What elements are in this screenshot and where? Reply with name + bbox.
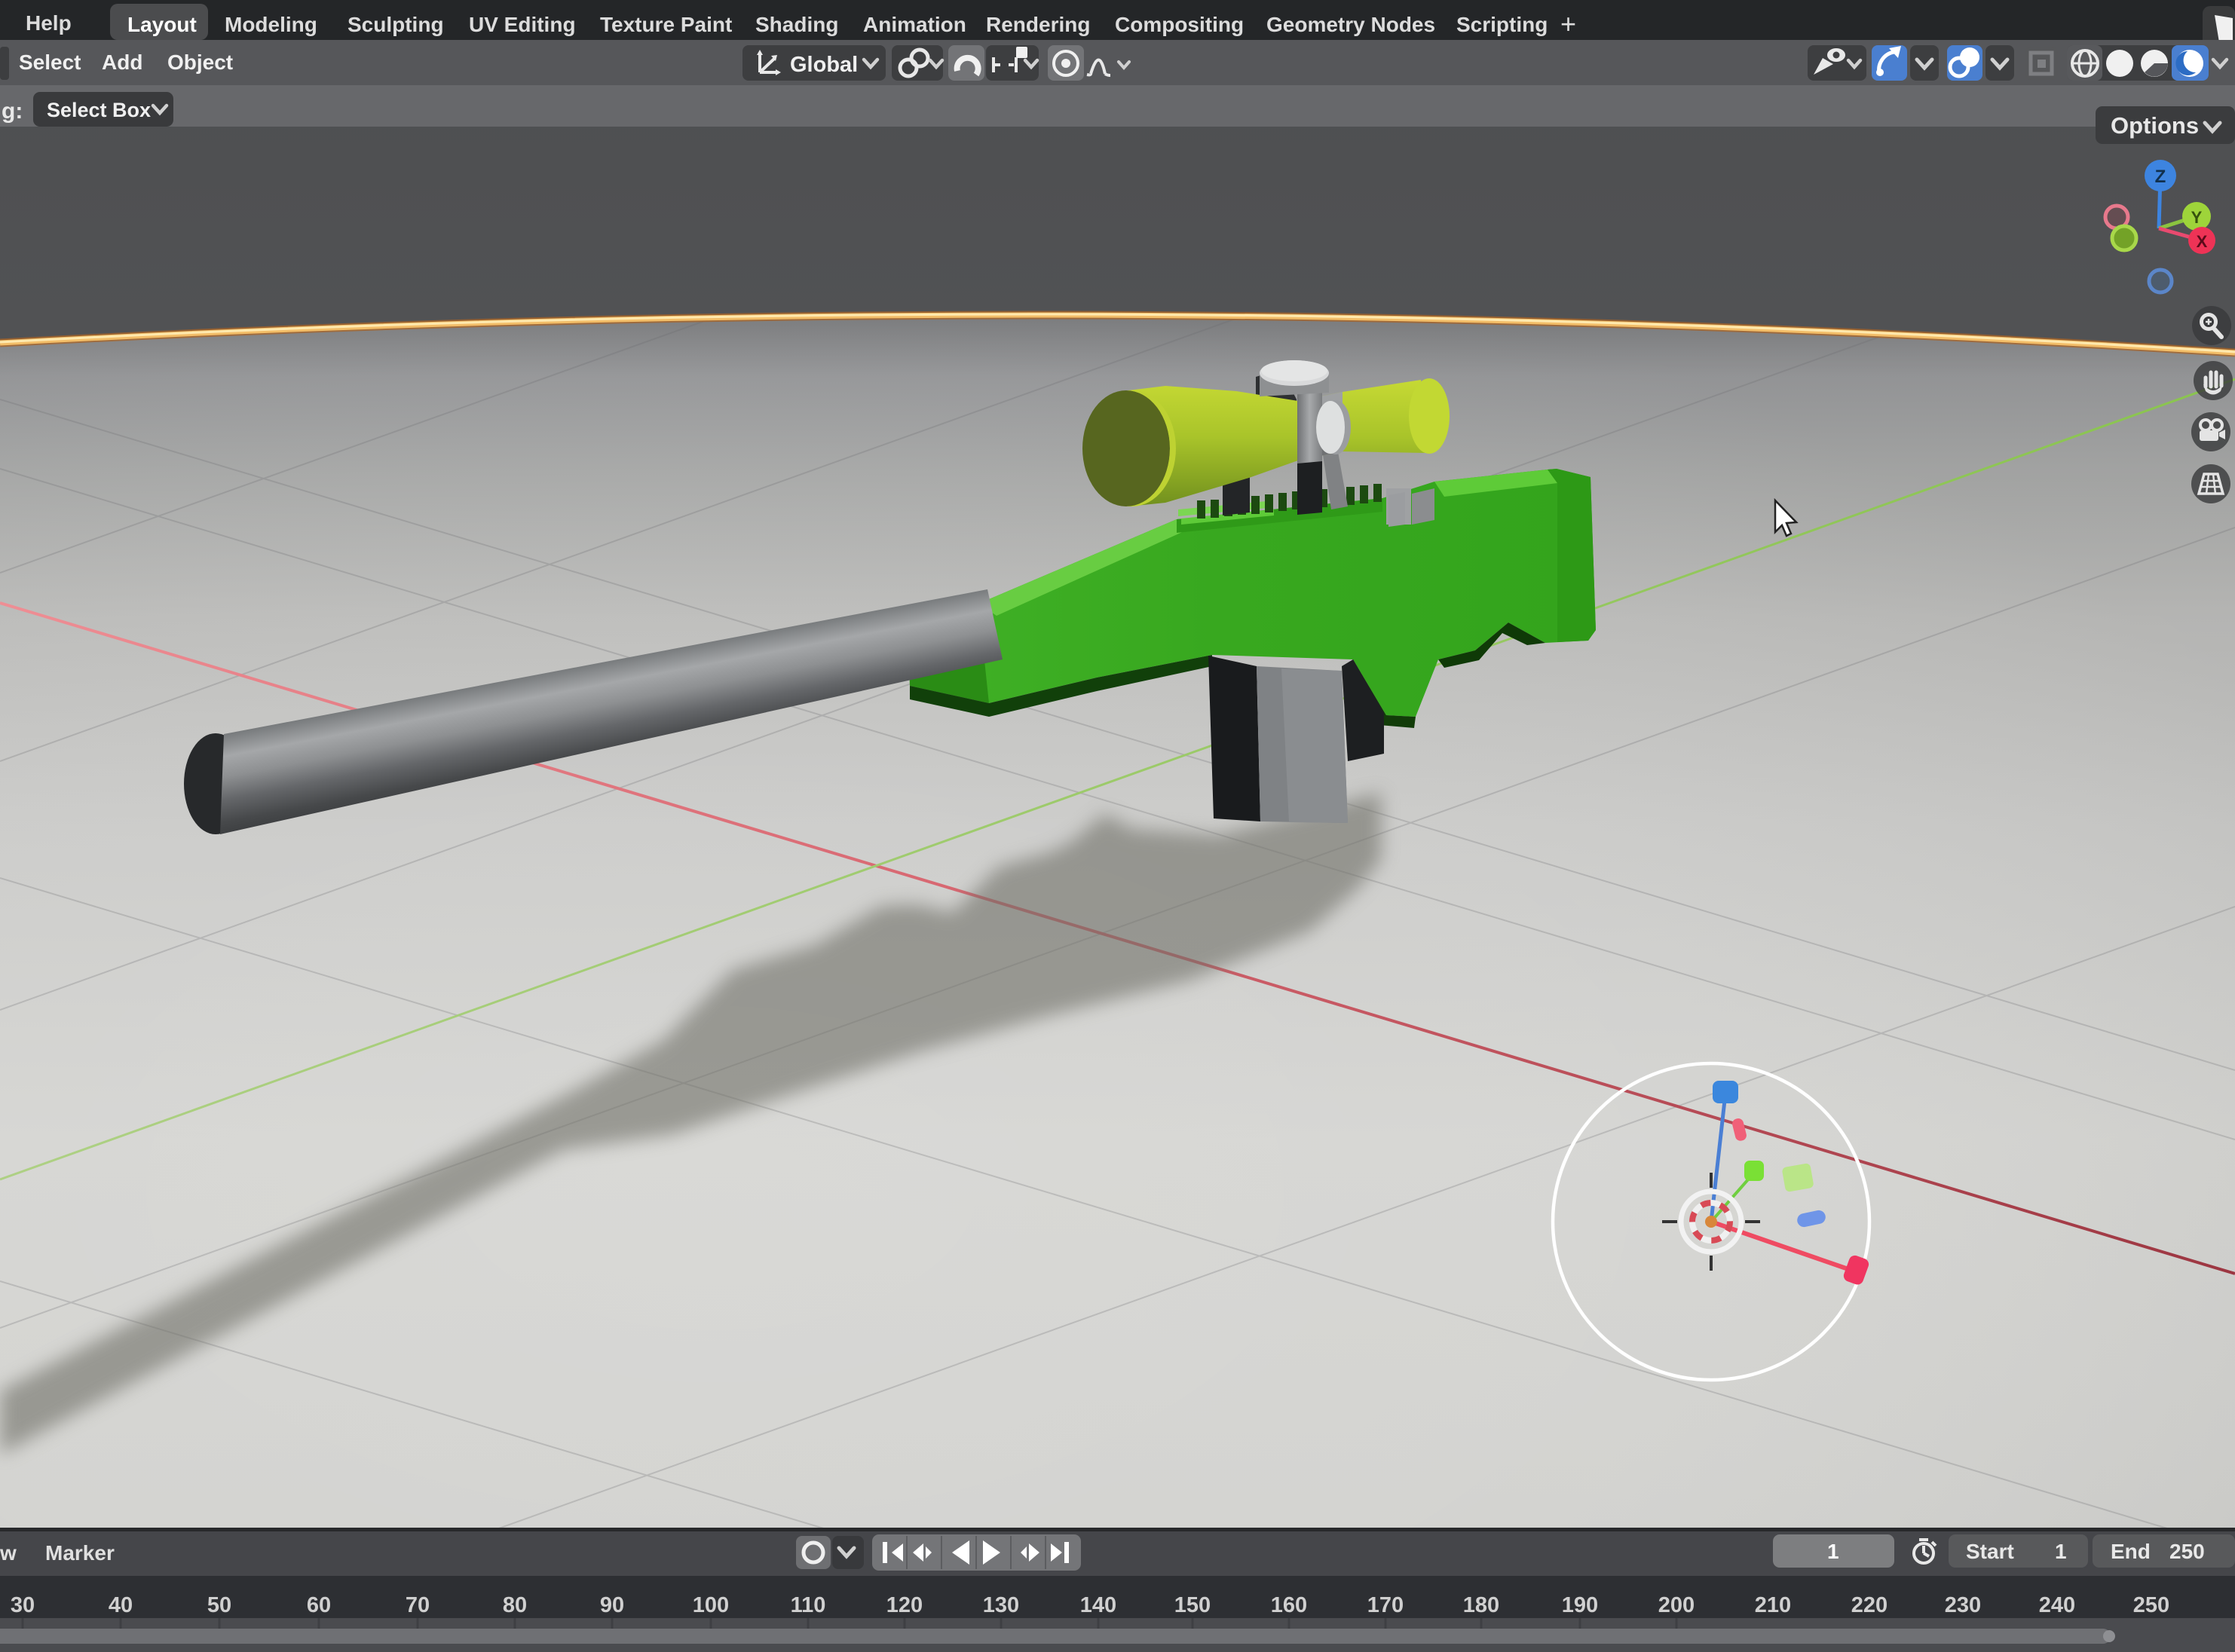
svg-text:110: 110 [791,1593,826,1617]
svg-text:90: 90 [600,1593,624,1617]
svg-text:50: 50 [207,1593,231,1617]
svg-text:Y: Y [2191,208,2203,227]
svg-text:160: 160 [1271,1593,1307,1617]
svg-text:80: 80 [503,1593,527,1617]
svg-text:190: 190 [1562,1593,1598,1617]
svg-text:+: + [1560,8,1576,39]
svg-text:120: 120 [886,1593,923,1617]
svg-text:Global: Global [790,53,858,77]
svg-text:40: 40 [109,1593,133,1617]
svg-text:1: 1 [2055,1540,2067,1563]
svg-text:230: 230 [1945,1593,1981,1617]
svg-text:200: 200 [1658,1593,1695,1617]
svg-text:Select Box: Select Box [47,99,151,121]
svg-text:170: 170 [1367,1593,1404,1617]
svg-text:60: 60 [307,1593,331,1617]
svg-text:Sculpting: Sculpting [347,13,444,36]
svg-text:250: 250 [2169,1540,2205,1563]
svg-text:Add: Add [102,50,142,74]
svg-text:Object: Object [167,50,233,74]
svg-text:130: 130 [983,1593,1019,1617]
svg-text:X: X [2197,232,2208,251]
svg-text:Scripting: Scripting [1456,13,1548,36]
svg-text:70: 70 [406,1593,430,1617]
svg-text:1: 1 [1827,1540,1839,1563]
svg-text:g:: g: [2,99,23,124]
svg-text:100: 100 [693,1593,729,1617]
svg-text:240: 240 [2039,1593,2075,1617]
svg-text:150: 150 [1174,1593,1211,1617]
svg-text:Compositing: Compositing [1115,13,1244,36]
svg-text:Select: Select [19,50,81,74]
svg-text:Z: Z [2155,167,2166,187]
svg-text:Layout: Layout [127,13,197,36]
svg-text:210: 210 [1755,1593,1791,1617]
svg-text:w: w [0,1541,17,1565]
svg-text:Marker: Marker [45,1541,115,1565]
svg-text:UV Editing: UV Editing [469,13,576,36]
svg-text:Geometry Nodes: Geometry Nodes [1266,13,1435,36]
svg-text:Options: Options [2111,112,2199,139]
svg-text:Help: Help [26,11,72,35]
svg-text:Modeling: Modeling [225,13,317,36]
svg-text:Animation: Animation [863,13,966,36]
svg-text:220: 220 [1851,1593,1888,1617]
svg-text:Texture Paint: Texture Paint [600,13,732,36]
svg-text:Start: Start [1966,1540,2014,1563]
svg-text:140: 140 [1080,1593,1116,1617]
svg-text:30: 30 [11,1593,35,1617]
svg-text:Rendering: Rendering [986,13,1090,36]
svg-text:180: 180 [1463,1593,1499,1617]
svg-text:End: End [2111,1540,2151,1563]
svg-text:Shading: Shading [755,13,838,36]
svg-text:250: 250 [2133,1593,2169,1617]
